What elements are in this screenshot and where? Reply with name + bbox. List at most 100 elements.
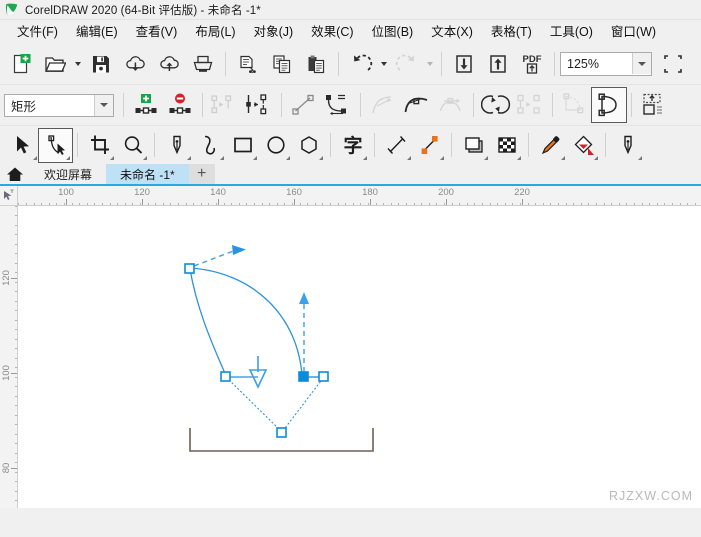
break-curve-button[interactable] [242, 88, 276, 122]
menu-view[interactable]: 查看(V) [127, 21, 187, 43]
ellipse-tool-flyout-icon[interactable] [286, 155, 290, 160]
crop-tool[interactable] [83, 129, 116, 162]
publish-to-pdf-button[interactable]: PDF [515, 47, 549, 81]
cloud-upload-button[interactable] [152, 47, 186, 81]
drawing-canvas[interactable]: RJZXW.COM [18, 206, 701, 508]
menu-effects[interactable]: 效果(C) [302, 21, 362, 43]
menu-text[interactable]: 文本(X) [422, 21, 482, 43]
curve-node-right-mid-selected[interactable] [298, 371, 309, 382]
redo-button[interactable] [390, 47, 424, 81]
open-document-button[interactable] [38, 47, 72, 81]
polygon-tool-flyout-icon[interactable] [319, 155, 323, 160]
eyedropper-tool-flyout-icon[interactable] [561, 155, 565, 160]
cloud-download-button[interactable] [118, 47, 152, 81]
curve-node-left-mid[interactable] [220, 371, 231, 382]
fill-tool-flyout-icon[interactable] [594, 155, 598, 160]
control-handle-arrow-topright[interactable] [232, 245, 246, 255]
curve-node-bottom-apex[interactable] [276, 427, 287, 438]
convert-to-curve-button[interactable] [321, 88, 355, 122]
text-tool-flyout-icon[interactable] [363, 155, 367, 160]
freehand-tool-flyout-icon[interactable] [187, 155, 191, 160]
editable-curve-segment-right [189, 267, 303, 377]
menu-object[interactable]: 对象(J) [245, 21, 303, 43]
shape-type-dropdown-icon[interactable] [94, 94, 113, 116]
artistic-media-flyout-icon[interactable] [220, 155, 224, 160]
menu-tools[interactable]: 工具(O) [541, 21, 602, 43]
menu-window[interactable]: 窗口(W) [602, 21, 665, 43]
crop-tool-flyout-icon[interactable] [110, 155, 114, 160]
pick-tool-flyout-icon[interactable] [33, 155, 37, 160]
freehand-tool[interactable] [160, 129, 193, 162]
hruler-label: 180 [362, 187, 378, 198]
export-button[interactable] [481, 47, 515, 81]
transparency-tool-flyout-icon[interactable] [517, 155, 521, 160]
redo-dropdown-icon[interactable] [424, 49, 436, 79]
cusp-node-button[interactable] [366, 88, 400, 122]
home-icon[interactable] [0, 164, 30, 184]
outline-pen-tool[interactable] [611, 129, 644, 162]
shape-tool[interactable] [38, 127, 73, 163]
tab-welcome-screen[interactable]: 欢迎屏幕 [30, 164, 106, 184]
add-document-tab-button[interactable]: + [188, 164, 215, 184]
save-button[interactable] [84, 47, 118, 81]
connector-tool-flyout-icon[interactable] [440, 155, 444, 160]
ellipse-tool[interactable] [259, 129, 292, 162]
menu-layout[interactable]: 布局(L) [186, 21, 244, 43]
artistic-media-tool[interactable] [193, 129, 226, 162]
zoom-dropdown-icon[interactable] [632, 53, 651, 74]
add-node-button[interactable] [129, 88, 163, 122]
close-curve-button[interactable] [558, 88, 592, 122]
print-button[interactable] [186, 47, 220, 81]
smooth-node-button[interactable] [400, 88, 434, 122]
delete-node-button[interactable] [163, 88, 197, 122]
shape-type-combo[interactable]: 矩形 [4, 93, 114, 117]
control-handle-arrow-down[interactable] [248, 369, 268, 389]
rectangle-tool[interactable] [226, 129, 259, 162]
paste-button[interactable] [299, 47, 333, 81]
shape-tool-flyout-icon[interactable] [66, 155, 70, 160]
zoom-tool[interactable] [116, 129, 149, 162]
connector-tool[interactable] [413, 129, 446, 162]
undo-button[interactable] [344, 47, 378, 81]
extend-curve-to-close-button[interactable] [513, 88, 547, 122]
new-document-button[interactable] [4, 47, 38, 81]
open-document-dropdown-icon[interactable] [72, 49, 84, 79]
curve-node-top-left[interactable] [184, 263, 195, 274]
rectangle-tool-flyout-icon[interactable] [253, 155, 257, 160]
control-handle-arrow-up[interactable] [299, 292, 309, 304]
drop-shadow-tool-flyout-icon[interactable] [484, 155, 488, 160]
text-tool[interactable]: 字 [336, 129, 369, 162]
control-handle-line-topright [193, 249, 237, 267]
interactive-fill-tool[interactable] [567, 129, 600, 162]
transparency-tool[interactable] [490, 129, 523, 162]
undo-dropdown-icon[interactable] [378, 49, 390, 79]
tab-untitled-1[interactable]: 未命名 -1* [106, 164, 189, 184]
menu-edit[interactable]: 编辑(E) [67, 21, 127, 43]
extract-subpath-button[interactable] [591, 87, 627, 123]
fit-to-window-button[interactable] [656, 47, 690, 81]
menu-file[interactable]: 文件(F) [8, 21, 67, 43]
copy-button[interactable] [265, 47, 299, 81]
color-eyedropper-tool[interactable] [534, 129, 567, 162]
convert-to-line-button[interactable] [287, 88, 321, 122]
symmetrical-node-button[interactable] [434, 88, 468, 122]
import-button[interactable] [447, 47, 481, 81]
dimension-tool[interactable] [380, 129, 413, 162]
reverse-direction-button[interactable] [479, 88, 513, 122]
ruler-unit-icon[interactable] [0, 186, 18, 206]
drop-shadow-tool[interactable] [457, 129, 490, 162]
menu-bitmaps[interactable]: 位图(B) [363, 21, 423, 43]
vertical-ruler[interactable]: 120 100 80 [0, 206, 18, 508]
polygon-tool[interactable] [292, 129, 325, 162]
cut-button[interactable] [231, 47, 265, 81]
zoom-level-combo[interactable]: 125% [560, 52, 652, 76]
horizontal-ruler[interactable]: 100 120 140 160 180 200 220 [18, 186, 701, 206]
zoom-tool-flyout-icon[interactable] [143, 155, 147, 160]
join-two-nodes-button[interactable] [208, 88, 242, 122]
outline-pen-flyout-icon[interactable] [638, 155, 642, 160]
dimension-tool-flyout-icon[interactable] [407, 155, 411, 160]
control-handle-node-right[interactable] [318, 371, 329, 382]
auto-close-curve-button[interactable] [637, 88, 671, 122]
menu-table[interactable]: 表格(T) [482, 21, 541, 43]
pick-tool[interactable] [6, 129, 39, 162]
